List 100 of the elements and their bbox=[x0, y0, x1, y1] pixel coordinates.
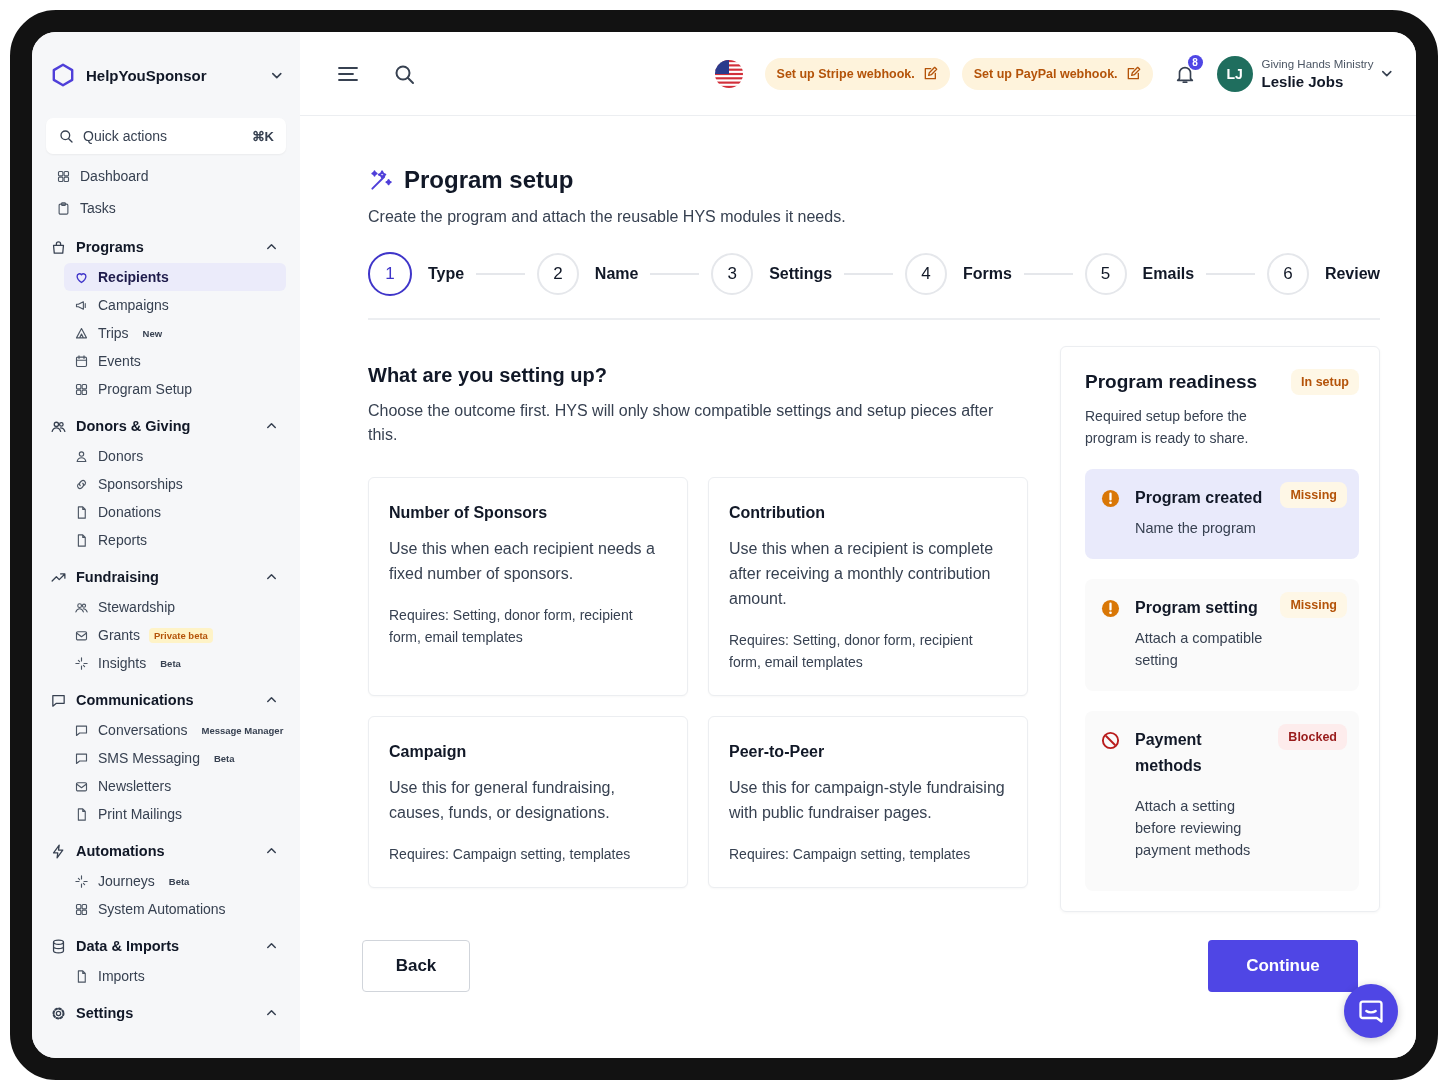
back-button[interactable]: Back bbox=[362, 940, 470, 992]
option-requirements: Requires: Setting, donor form, recipient form, email templates bbox=[729, 631, 974, 672]
sidebar-item[interactable]: Recipients bbox=[64, 263, 286, 291]
section-heading: Donors & Giving bbox=[76, 418, 192, 434]
item-detail: Attach a compatible setting bbox=[1135, 629, 1264, 670]
sidebar-item[interactable]: Grants Private beta bbox=[64, 621, 286, 649]
clipboard-icon bbox=[56, 200, 71, 216]
step-number: 6 bbox=[1266, 253, 1309, 295]
account-menu[interactable]: LJ Giving Hands Ministry Leslie Jobs bbox=[1216, 55, 1392, 92]
sidebar-item[interactable]: Campaigns bbox=[64, 291, 286, 319]
section-header[interactable]: Communications bbox=[46, 684, 286, 716]
sidebar-item[interactable]: Donations bbox=[64, 498, 286, 526]
notification-count: 8 bbox=[1187, 54, 1203, 70]
section-header[interactable]: Programs bbox=[46, 231, 286, 263]
sidebar-item[interactable]: Dashboard bbox=[46, 160, 286, 192]
option-requirements: Requires: Campaign setting, templates bbox=[389, 845, 632, 864]
section-title: What are you setting up? bbox=[368, 364, 608, 387]
flag-icon[interactable] bbox=[714, 59, 743, 88]
sidebar-item[interactable]: Imports bbox=[64, 962, 286, 990]
step-tab[interactable]: 6 Review bbox=[1266, 253, 1380, 295]
section-heading: Programs bbox=[76, 239, 145, 255]
section-heading: Data & Imports bbox=[76, 938, 181, 954]
readiness-item[interactable]: Payment methods Blocked Attach a setting before reviewing payment methods bbox=[1085, 711, 1359, 891]
quick-actions-field[interactable]: Quick actions ⌘K bbox=[46, 118, 286, 154]
step-tab[interactable]: 4 Forms bbox=[904, 253, 1012, 295]
page-subtitle: Create the program and attach the reusable HYS modules it needs. bbox=[368, 208, 847, 226]
sidebar-item[interactable]: Donors bbox=[64, 442, 286, 470]
option-title: Peer-to-Peer bbox=[729, 743, 826, 761]
section-heading: Settings bbox=[76, 1005, 135, 1021]
status-badge: Blocked bbox=[1278, 724, 1347, 750]
sidebar-item[interactable]: Stewardship bbox=[64, 593, 286, 621]
section-header[interactable]: Fundraising bbox=[46, 561, 286, 593]
section-header[interactable]: Donors & Giving bbox=[46, 410, 286, 442]
feature-label: Private beta bbox=[149, 627, 213, 643]
section-header[interactable]: Settings bbox=[46, 997, 286, 1029]
sidebar-item[interactable]: Newsletters bbox=[64, 772, 286, 800]
item-detail: Attach a setting before reviewing payment methods bbox=[1135, 797, 1252, 860]
step-number: 2 bbox=[536, 253, 579, 295]
section-heading: Fundraising bbox=[76, 569, 160, 585]
sidebar-item[interactable]: SMS Messaging Beta bbox=[64, 744, 286, 772]
sidebar-item[interactable]: Trips New bbox=[64, 319, 286, 347]
option-card[interactable]: Campaign Use this for general fundraising, causes, funds, or designations. Requires: Campaign setting, templates bbox=[368, 716, 688, 888]
continue-button[interactable]: Continue bbox=[1208, 940, 1358, 992]
status-badge: Missing bbox=[1280, 592, 1347, 618]
step-tab[interactable]: 3 Settings bbox=[711, 253, 833, 295]
sidebar-item[interactable]: Events bbox=[64, 347, 286, 375]
section-heading: Automations bbox=[76, 843, 166, 859]
section-heading: Communications bbox=[76, 692, 195, 708]
sidebar-item[interactable]: Program Setup bbox=[64, 375, 286, 403]
calendar-icon bbox=[74, 353, 89, 369]
step-tab[interactable]: 5 Emails bbox=[1084, 253, 1195, 295]
feature-label: Beta bbox=[159, 656, 182, 671]
notifications-button[interactable]: 8 bbox=[1168, 57, 1201, 90]
readiness-item[interactable]: Program setting Missing Attach a compatible setting bbox=[1085, 579, 1359, 691]
sidebar-item[interactable]: System Automations bbox=[64, 895, 286, 923]
wand-icon bbox=[368, 167, 394, 193]
sidebar-item[interactable]: Tasks bbox=[46, 192, 286, 224]
webhook-button[interactable]: Set up PayPal webhook. bbox=[961, 57, 1153, 90]
section-header[interactable]: Data & Imports bbox=[46, 930, 286, 962]
step-tab[interactable]: 2 Name bbox=[536, 253, 639, 295]
hexagon-logo-icon bbox=[50, 62, 76, 88]
webhook-button[interactable]: Set up Stripe webhook. bbox=[764, 57, 950, 90]
feature-label: Beta bbox=[167, 874, 191, 889]
search-icon bbox=[58, 128, 74, 144]
option-requirements: Requires: Setting, donor form, recipient form, email templates bbox=[389, 606, 634, 647]
panel-description: Required setup before the program is ready to share. bbox=[1085, 407, 1250, 448]
item-detail: Name the program bbox=[1135, 519, 1257, 538]
step-number: 5 bbox=[1084, 253, 1127, 295]
option-card[interactable]: Peer-to-Peer Use this for campaign-style fundraising with public fundraiser pages. Requires: Campaign setting, templates bbox=[708, 716, 1028, 888]
feature-label: Message Manager bbox=[200, 723, 285, 738]
chevron-down-icon bbox=[272, 71, 282, 79]
step-tab[interactable]: 1 Type bbox=[368, 252, 465, 296]
sidebar-item[interactable]: Print Mailings bbox=[64, 800, 286, 828]
chat-launcher-button[interactable] bbox=[1344, 984, 1398, 1038]
person-icon bbox=[74, 448, 89, 464]
section-description: Choose the outcome first. HYS will only show compatible settings and setup pieces after this. bbox=[368, 401, 995, 445]
option-card[interactable]: Number of Sponsors Use this when each recipient needs a fixed number of sponsors. Requires: Setting, donor form, recipient form, email templates bbox=[368, 477, 688, 696]
sidebar-item[interactable]: Sponsorships bbox=[64, 470, 286, 498]
option-description: Use this for general fundraising, causes, funds, or designations. bbox=[389, 778, 616, 823]
keyboard-shortcut: ⌘K bbox=[251, 128, 274, 144]
step-number: 4 bbox=[904, 253, 947, 295]
sidebar-item[interactable]: Reports bbox=[64, 526, 286, 554]
sidebar-item[interactable]: Conversations Message Manager bbox=[64, 716, 286, 744]
feature-label: New bbox=[141, 326, 164, 341]
readiness-item[interactable]: Program created Missing Name the program bbox=[1085, 469, 1359, 559]
sidebar-item[interactable]: Insights Beta bbox=[64, 649, 286, 677]
status-badge: Missing bbox=[1280, 482, 1347, 508]
brand-name: HelpYouSponsor bbox=[86, 66, 208, 84]
option-description: Use this for campaign-style fundraising with public fundraiser pages. bbox=[729, 778, 1006, 823]
feature-label: Beta bbox=[212, 751, 236, 766]
step-number: 1 bbox=[368, 252, 412, 296]
step-number: 3 bbox=[711, 253, 754, 295]
sidebar-item[interactable]: Journeys Beta bbox=[64, 867, 286, 895]
item-title: Program created bbox=[1135, 488, 1264, 508]
option-card[interactable]: Contribution Use this when a recipient is complete after receiving a monthly contribution amount. Requires: Setting, donor form, recipient form, email templates bbox=[708, 477, 1028, 696]
option-description: Use this when a recipient is complete after receiving a monthly contribution amount. bbox=[729, 539, 995, 609]
bag-icon bbox=[50, 238, 67, 256]
section-header[interactable]: Automations bbox=[46, 835, 286, 867]
option-title: Contribution bbox=[729, 504, 826, 522]
database-icon bbox=[50, 937, 67, 955]
